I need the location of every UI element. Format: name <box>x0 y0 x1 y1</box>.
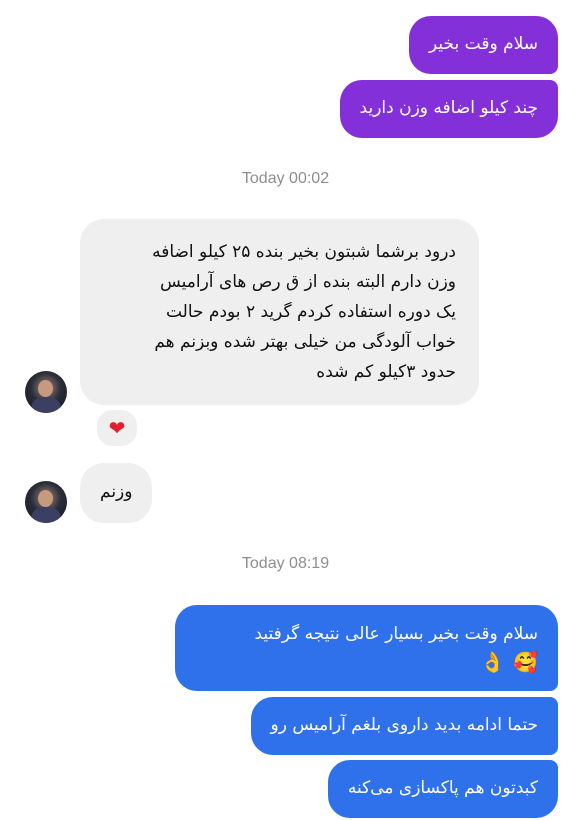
avatar-body <box>31 397 61 413</box>
sent-message-5-text: کبدتون هم پاکسازی می‌کنه <box>347 778 538 798</box>
received-line: وزن دارم البته بنده از ق رص های آرامیس <box>159 272 456 292</box>
received-line: درود برشما شبتون بخیر بنده ۲۵ کیلو اضافه <box>152 242 456 262</box>
received-line: خواب آلودگی من خیلی بهتر شده وبزنم هم <box>154 332 456 352</box>
heart-icon: ❤ <box>108 416 126 440</box>
sent-message-4-text: حتما ادامه بدید داروی بلغم آرامیس رو <box>270 715 539 735</box>
received-message-2-text: وزنم <box>100 482 133 502</box>
sent-message-1-text: سلام وقت بخیر <box>429 34 538 54</box>
sent-message-2-text: چند کیلو اضافه وزن دارید <box>359 98 538 118</box>
smiling-hearts-emoji-icon: 🥰 <box>513 650 538 674</box>
sent-message-3-text: سلام وقت بخیر بسیار عالی نتیجه گرفتید <box>254 624 538 644</box>
received-line: حدود ۳کیلو کم شده <box>316 362 456 382</box>
sent-message-3[interactable]: سلام وقت بخیر بسیار عالی نتیجه گرفتید 🥰 … <box>175 605 558 691</box>
contact-avatar[interactable] <box>25 371 67 413</box>
avatar-body <box>31 507 61 523</box>
emoji-row: 🥰 👌 <box>195 649 538 675</box>
sent-message-4[interactable]: حتما ادامه بدید داروی بلغم آرامیس رو <box>250 697 558 755</box>
timestamp-divider: Today 08:19 <box>241 555 330 572</box>
contact-avatar[interactable] <box>25 481 67 523</box>
sent-message-5[interactable]: کبدتون هم پاکسازی می‌کنه <box>327 760 558 818</box>
avatar-face <box>38 490 53 507</box>
received-message-1[interactable]: درود برشما شبتون بخیر بنده ۲۵ کیلو اضافه… <box>80 219 479 405</box>
heart-reaction[interactable]: ❤ <box>95 408 139 448</box>
avatar-face <box>38 380 53 397</box>
timestamp-divider: Today 00:02 <box>241 170 330 187</box>
received-line: یک دوره استفاده کردم گرید ۲ بودم حالت <box>165 302 456 322</box>
ok-hand-emoji-icon: 👌 <box>480 650 506 674</box>
sent-message-1[interactable]: سلام وقت بخیر <box>409 16 558 74</box>
sent-message-2[interactable]: چند کیلو اضافه وزن دارید <box>339 80 558 138</box>
received-message-2[interactable]: وزنم <box>80 463 153 523</box>
